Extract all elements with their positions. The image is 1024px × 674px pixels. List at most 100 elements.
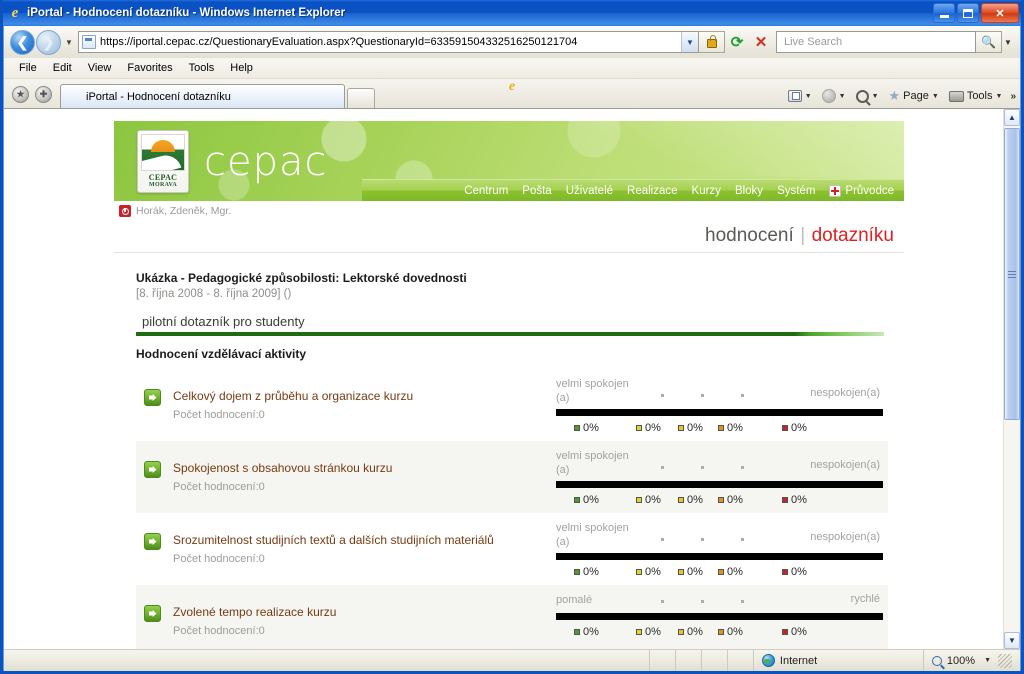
scale-left-label: velmi spokojen (a)	[556, 450, 629, 476]
nav-item-system[interactable]: Systém	[777, 185, 815, 197]
question-text[interactable]: Celkový dojem z průběhu a organizace kur…	[173, 389, 413, 403]
percent-value-3: 0%	[687, 494, 703, 506]
print-button[interactable]: ▼	[852, 89, 883, 104]
nav-item-bloky[interactable]: Bloky	[735, 185, 763, 197]
search-input[interactable]	[782, 35, 975, 49]
menu-item-file[interactable]: File	[12, 60, 44, 76]
resize-grip-icon[interactable]	[998, 653, 1012, 668]
menu-item-view[interactable]: View	[81, 60, 119, 76]
user-bar: Horák, Zdeněk, Mgr.	[114, 201, 904, 219]
question-label-cell: Srozumitelnost studijních textů a dalšíc…	[136, 513, 556, 585]
feeds-button[interactable]: ▼	[784, 89, 816, 103]
close-button[interactable]: ✕	[981, 3, 1019, 23]
web-page: CEPAC MORAVA cepac Centrum Pošta Uživate…	[4, 109, 1003, 649]
menu-item-favorites[interactable]: Favorites	[120, 60, 179, 76]
recent-pages-dropdown-icon[interactable]: ▼	[62, 38, 76, 47]
questionnaire-title: pilotní dotazník pro studenty	[142, 314, 305, 329]
security-zone-label: Internet	[779, 654, 818, 667]
scroll-up-button[interactable]: ▲	[1004, 109, 1020, 126]
question-text[interactable]: Zvolené tempo realizace kurzu	[173, 605, 336, 619]
address-dropdown-icon[interactable]: ▼	[681, 32, 698, 52]
status-segment	[726, 650, 753, 671]
scale-bar	[556, 481, 883, 488]
back-button[interactable]: ❮	[10, 29, 35, 55]
status-bar: Internet 100% ▼	[4, 649, 1020, 671]
scrollbar-grip-icon	[1008, 270, 1016, 278]
command-bar: ▼ ▼ ▼ ★ Page ▼ Tools ▼ »	[784, 88, 1016, 104]
scale-left-label: pomalé	[556, 594, 593, 606]
percent-value-1: 0%	[583, 566, 599, 578]
detail-arrow-icon[interactable]	[144, 389, 161, 406]
lock-icon	[706, 35, 717, 48]
chevron-down-icon[interactable]: ▼	[932, 93, 939, 100]
scrollbar-track[interactable]	[1004, 126, 1020, 632]
chevron-down-icon[interactable]: ▼	[805, 93, 812, 100]
menu-item-help[interactable]: Help	[223, 60, 260, 76]
search-box[interactable]	[776, 31, 976, 53]
nav-item-pruvodce[interactable]: Průvodce	[829, 184, 894, 197]
maximize-button[interactable]	[957, 3, 979, 23]
address-input[interactable]: https://iportal.cepac.cz/QuestionaryEval…	[78, 31, 699, 53]
breadcrumb-item-dotazniku: dotazníku	[811, 225, 894, 246]
security-zone[interactable]: Internet	[752, 650, 923, 671]
home-button[interactable]: ▼	[818, 88, 850, 104]
questionnaire-divider-bar	[136, 332, 884, 336]
browser-window: e iPortal - Hodnocení dotazníku - Window…	[0, 0, 1024, 674]
scale-tick-icon	[701, 538, 704, 541]
scale-tick-icon	[701, 600, 704, 603]
sun-icon	[151, 140, 175, 152]
question-text[interactable]: Spokojenost s obsahovou stránkou kurzu	[173, 461, 392, 475]
scale-percentages: 0% 0% 0% 0% 0%	[556, 623, 888, 645]
search-go-icon[interactable]: 🔍	[976, 31, 1002, 53]
menu-item-edit[interactable]: Edit	[46, 60, 79, 76]
chevron-down-icon[interactable]: ▼	[872, 93, 879, 100]
tab-favicon-icon: e	[508, 79, 516, 94]
search-provider-dropdown-icon[interactable]: ▼	[1002, 38, 1014, 47]
chevron-down-icon[interactable]: ▼	[996, 93, 1003, 100]
legend-swatch-3-icon	[678, 425, 684, 431]
scale-percentages: 0% 0% 0% 0% 0%	[556, 491, 888, 513]
legend-swatch-2-icon	[636, 629, 642, 635]
nav-item-centrum[interactable]: Centrum	[464, 185, 508, 197]
zoom-control[interactable]: 100% ▼	[922, 650, 1020, 671]
nav-item-pruvodce-label: Průvodce	[845, 184, 894, 197]
scrollbar-thumb[interactable]	[1004, 128, 1020, 420]
scroll-down-button[interactable]: ▼	[1004, 632, 1020, 649]
page-favicon-icon	[82, 35, 96, 49]
scale-bar	[556, 613, 883, 620]
nav-item-realizace[interactable]: Realizace	[627, 185, 678, 197]
menu-item-tools[interactable]: Tools	[182, 60, 222, 76]
question-label-cell: Spokojenost s obsahovou stránkou kurzu P…	[136, 441, 556, 513]
stop-icon[interactable]: ✕	[749, 31, 773, 53]
detail-arrow-icon[interactable]	[144, 461, 161, 478]
question-row: Spokojenost s obsahovou stránkou kurzu P…	[136, 441, 888, 513]
page-menu-button[interactable]: ★ Page ▼	[885, 89, 943, 103]
browser-tab[interactable]: e iPortal - Hodnocení dotazníku	[60, 79, 516, 108]
tools-menu-label: Tools	[966, 90, 993, 102]
vertical-scrollbar[interactable]: ▲ ▼	[1003, 109, 1020, 649]
question-text[interactable]: Srozumitelnost studijních textů a dalšíc…	[173, 533, 494, 547]
detail-arrow-icon[interactable]	[144, 533, 161, 550]
percent-value-2: 0%	[645, 626, 661, 638]
nav-item-posta[interactable]: Pošta	[522, 185, 551, 197]
title-bar: e iPortal - Hodnocení dotazníku - Window…	[3, 0, 1021, 26]
detail-arrow-icon[interactable]	[144, 605, 161, 622]
scale-labels: velmi spokojen (a) nespokojen(a)	[556, 521, 888, 553]
percent-value-2: 0%	[645, 494, 661, 506]
percent-value-3: 0%	[687, 566, 703, 578]
breadcrumb-item-hodnoceni[interactable]: hodnocení	[705, 225, 794, 246]
nav-item-kurzy[interactable]: Kurzy	[692, 185, 721, 197]
forward-button[interactable]: ❯	[36, 29, 61, 55]
percent-value-5: 0%	[791, 494, 807, 506]
nav-item-uzivatele[interactable]: Uživatelé	[566, 185, 613, 197]
security-lock-button[interactable]	[699, 31, 725, 53]
chevron-down-icon[interactable]: ▼	[984, 657, 991, 664]
cepac-logo[interactable]: CEPAC MORAVA	[137, 130, 189, 193]
command-bar-overflow-icon[interactable]: »	[1010, 91, 1016, 102]
tools-menu-button[interactable]: Tools ▼	[945, 89, 1007, 103]
percent-value-4: 0%	[727, 422, 743, 434]
refresh-icon[interactable]: ⟳	[725, 31, 749, 53]
chevron-down-icon[interactable]: ▼	[839, 93, 846, 100]
logout-icon[interactable]	[119, 205, 131, 217]
minimize-button[interactable]	[933, 3, 955, 23]
